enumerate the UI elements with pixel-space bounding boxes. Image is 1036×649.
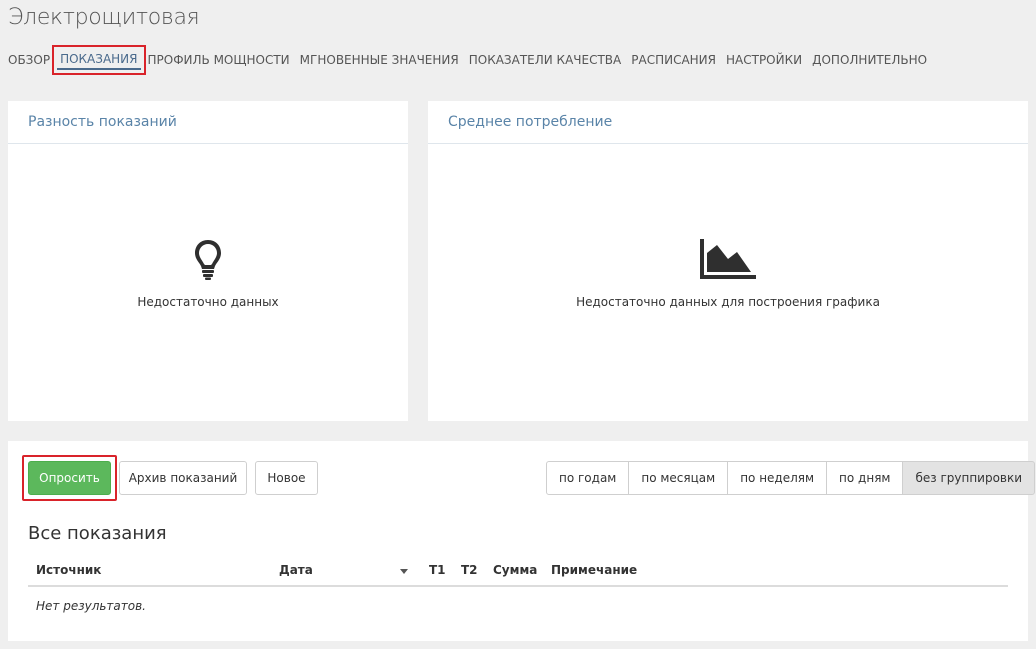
tab-power-profile[interactable]: ПРОФИЛЬ МОЩНОСТИ: [145, 51, 293, 69]
group-by-weeks-button[interactable]: по неделям: [727, 461, 828, 495]
column-t2[interactable]: T2: [461, 563, 478, 577]
no-grouping-button[interactable]: без группировки: [902, 461, 1036, 495]
column-date[interactable]: Дата: [279, 563, 313, 577]
no-results-text: Нет результатов.: [36, 599, 146, 613]
tab-overview[interactable]: ОБЗОР: [5, 51, 53, 69]
group-by-months-button[interactable]: по месяцам: [628, 461, 729, 495]
tab-additional[interactable]: ДОПОЛНИТЕЛЬНО: [809, 51, 930, 69]
lightbulb-icon: [193, 238, 223, 284]
area-chart-icon: [700, 239, 756, 283]
column-note[interactable]: Примечание: [551, 563, 637, 577]
readings-panel: Опросить Архив показаний Новое по годам …: [8, 441, 1036, 641]
consumption-panel-body: Недостаточно данных для построения графи…: [428, 145, 1028, 421]
group-by-years-button[interactable]: по годам: [546, 461, 630, 495]
tab-schedules[interactable]: РАСПИСАНИЯ: [628, 51, 719, 69]
tab-bar: ОБЗОР ПОКАЗАНИЯ ПРОФИЛЬ МОЩНОСТИ МГНОВЕН…: [0, 45, 934, 75]
sort-desc-icon[interactable]: [400, 569, 408, 574]
poll-button[interactable]: Опросить: [28, 461, 111, 495]
tab-readings[interactable]: ПОКАЗАНИЯ: [52, 45, 146, 75]
tab-settings[interactable]: НАСТРОЙКИ: [723, 51, 805, 69]
readings-title: Все показания: [28, 523, 167, 544]
difference-panel: Разность показаний Недостаточно данных: [8, 101, 408, 421]
difference-empty-text: Недостаточно данных: [137, 295, 279, 309]
column-sum[interactable]: Сумма: [493, 563, 537, 577]
consumption-panel: Среднее потребление Недостаточно данных …: [428, 101, 1028, 421]
difference-panel-body: Недостаточно данных: [8, 145, 408, 421]
grouping-button-group: по годам по месяцам по неделям по дням б…: [546, 461, 1036, 495]
consumption-panel-title: Среднее потребление: [428, 101, 1028, 144]
tab-quality-metrics[interactable]: ПОКАЗАТЕЛИ КАЧЕСТВА: [466, 51, 625, 69]
group-by-days-button[interactable]: по дням: [826, 461, 904, 495]
difference-panel-title: Разность показаний: [8, 101, 408, 144]
column-t1[interactable]: T1: [429, 563, 446, 577]
page-title: Электрощитовая: [8, 5, 200, 30]
tab-instant-values[interactable]: МГНОВЕННЫЕ ЗНАЧЕНИЯ: [297, 51, 462, 69]
new-reading-button[interactable]: Новое: [255, 461, 318, 495]
archive-button[interactable]: Архив показаний: [119, 461, 247, 495]
column-source[interactable]: Источник: [36, 563, 101, 577]
consumption-empty-text: Недостаточно данных для построения графи…: [576, 295, 880, 309]
readings-table-header: Источник Дата T1 T2 Сумма Примечание: [28, 559, 1008, 587]
